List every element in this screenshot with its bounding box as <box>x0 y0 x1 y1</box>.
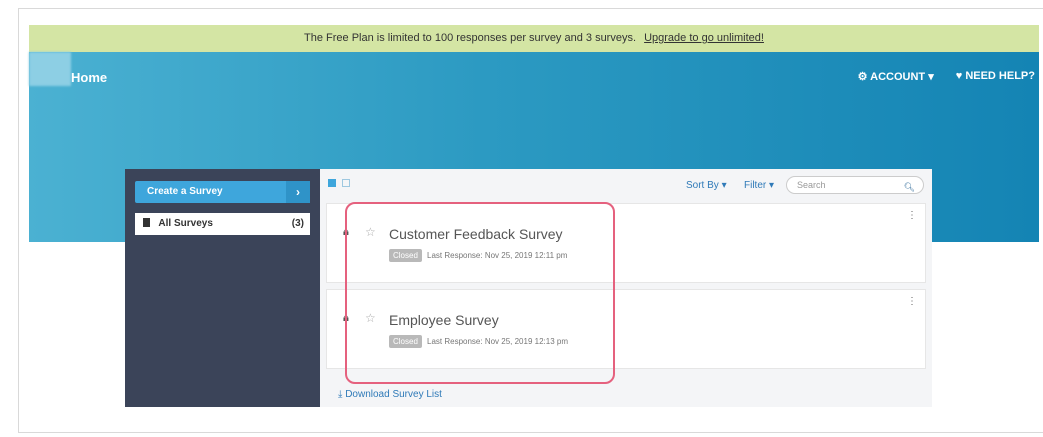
download-icon: ⤓ <box>338 389 343 400</box>
filter-label: Filter <box>744 180 767 191</box>
download-label: Download Survey List <box>345 389 442 400</box>
download-survey-list-link[interactable]: ⤓ Download Survey List <box>338 389 442 400</box>
app-frame: The Free Plan is limited to 100 response… <box>18 8 1043 433</box>
grid-icon[interactable] <box>328 179 336 187</box>
sort-by-dropdown[interactable]: Sort By ▾ <box>686 180 727 191</box>
top-nav: ⚙ ACCOUNT ▾ ♥ NEED HELP? <box>858 70 1035 83</box>
sort-label: Sort By <box>686 180 719 191</box>
create-survey-button[interactable]: Create a Survey › <box>135 181 310 203</box>
help-menu[interactable]: ♥ NEED HELP? <box>956 70 1035 83</box>
account-label: ACCOUNT <box>870 71 926 83</box>
highlight-annotation <box>345 202 615 384</box>
search-icon[interactable]: 🔍︎ <box>904 179 915 195</box>
kebab-icon[interactable]: ⋮ <box>907 296 917 307</box>
list-toolbar: Sort By ▾ Filter ▾ Search 🔍︎ <box>320 169 932 201</box>
document-icon <box>143 218 150 227</box>
filter-dropdown[interactable]: Filter ▾ <box>744 180 774 191</box>
account-menu[interactable]: ⚙ ACCOUNT ▾ <box>858 70 934 83</box>
chevron-down-icon: ▾ <box>928 71 934 83</box>
view-toggle <box>328 179 350 187</box>
search-input[interactable]: Search 🔍︎ <box>786 176 924 194</box>
chevron-down-icon: ▾ <box>769 180 775 191</box>
banner-text: The Free Plan is limited to 100 response… <box>304 32 637 44</box>
gear-icon: ⚙ <box>857 71 868 83</box>
upgrade-link[interactable]: Upgrade to go unlimited! <box>644 32 764 44</box>
sidebar-item-all-surveys[interactable]: All Surveys (3) <box>135 213 310 235</box>
sidebar: Create a Survey › All Surveys (3) <box>125 169 320 407</box>
heart-icon: ♥ <box>955 70 963 82</box>
all-surveys-label: All Surveys <box>158 218 213 229</box>
search-placeholder: Search <box>797 180 826 190</box>
logo[interactable] <box>29 52 71 86</box>
chevron-down-icon: ▾ <box>721 180 727 191</box>
all-surveys-count: (3) <box>291 218 304 229</box>
free-plan-banner: The Free Plan is limited to 100 response… <box>29 25 1039 52</box>
list-icon[interactable] <box>342 179 350 187</box>
chevron-right-icon: › <box>286 181 310 203</box>
kebab-icon[interactable]: ⋮ <box>907 210 917 221</box>
help-label: NEED HELP? <box>965 70 1035 82</box>
create-survey-label: Create a Survey <box>147 186 223 197</box>
page-title: Home <box>71 70 108 85</box>
